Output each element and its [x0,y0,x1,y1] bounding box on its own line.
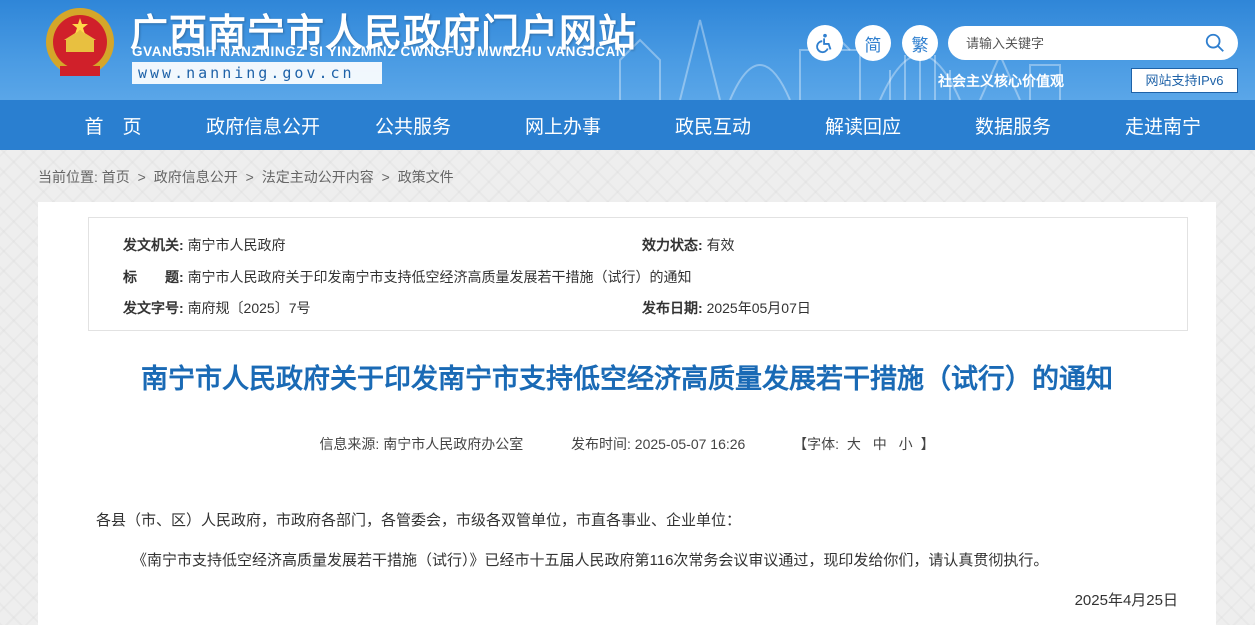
content-panel: 发文机关: 南宁市人民政府 效力状态: 有效 标 题: 南宁市人民政府关于印发南… [38,202,1216,625]
breadcrumb-policy-docs[interactable]: 政策文件 [398,169,454,185]
source-label: 信息来源: [319,436,380,452]
article-title: 南宁市人民政府关于印发南宁市支持低空经济高质量发展若干措施（试行）的通知 [141,364,1113,395]
simplified-chinese-button[interactable]: 简 [855,25,891,61]
nav-item-gov-info[interactable]: 政府信息公开 [188,112,338,139]
breadcrumb-home[interactable]: 首页 [102,169,130,185]
article-sign-date: 2025年4月25日 [1074,592,1178,609]
site-url: www.nanning.gov.cn [132,62,382,84]
meta-docno-label: 发文字号: [123,300,184,316]
ipv6-badge: 网站支持IPv6 [1131,68,1238,93]
source-value: 南宁市人民政府办公室 [383,436,524,452]
national-emblem-icon [46,8,114,76]
article-salutation: 各县（市、区）人民政府，市政府各部门，各管委会，市级各双管单位，市直各事业、企业… [96,512,742,529]
font-size-large-button[interactable]: 大 [847,436,861,452]
font-size-label-open: 【字体: [793,436,839,452]
document-meta-box: 发文机关: 南宁市人民政府 效力状态: 有效 标 题: 南宁市人民政府关于印发南… [88,217,1188,331]
breadcrumb-prefix: 当前位置: [38,169,98,185]
search-input[interactable] [966,26,1196,60]
meta-docno: 发文字号: 南府规〔2025〕7号 [123,298,311,318]
publish-time-value: 2025-05-07 16:26 [634,436,746,452]
meta-status-label: 效力状态: [642,237,703,253]
breadcrumb-gov-info[interactable]: 政府信息公开 [154,169,238,185]
breadcrumb-statutory-content[interactable]: 法定主动公开内容 [262,169,374,185]
meta-status-value: 有效 [706,237,735,253]
site-header: 广西南宁市人民政府门户网站 GVANGJSIH NANZNINGZ SI YIN… [0,0,1255,100]
meta-issuer-label: 发文机关: [123,237,184,253]
article-info-line: 信息来源: 南宁市人民政府办公室 发布时间: 2025-05-07 16:26 … [38,434,1216,454]
meta-issuer: 发文机关: 南宁市人民政府 [123,235,286,255]
nav-item-home[interactable]: 首 页 [38,112,188,139]
core-values-link[interactable]: 社会主义核心价值观 [938,71,1064,91]
meta-date: 发布日期: 2025年05月07日 [642,298,811,318]
breadcrumb-separator: > [137,169,146,185]
font-size-medium-button[interactable]: 中 [873,436,887,452]
search-box [948,26,1238,60]
meta-issuer-value: 南宁市人民政府 [187,237,286,253]
meta-title: 标 题: 南宁市人民政府关于印发南宁市支持低空经济高质量发展若干措施（试行）的通… [123,267,692,287]
nav-item-data-service[interactable]: 数据服务 [938,112,1088,139]
meta-title-label: 标 题: [123,269,184,285]
breadcrumb: 当前位置: 首页 > 政府信息公开 > 法定主动公开内容 > 政策文件 [38,167,454,187]
meta-title-value: 南宁市人民政府关于印发南宁市支持低空经济高质量发展若干措施（试行）的通知 [187,269,692,285]
font-size-label-close: 】 [920,436,935,452]
meta-status: 效力状态: 有效 [642,235,735,255]
meta-date-value: 2025年05月07日 [706,300,811,316]
breadcrumb-separator: > [381,169,390,185]
nav-item-interpretation[interactable]: 解读回应 [788,112,938,139]
nav-item-interaction[interactable]: 政民互动 [638,112,788,139]
article-paragraph: 《南宁市支持低空经济高质量发展若干措施（试行）》已经市十五届人民政府第116次常… [132,552,1049,569]
main-nav: 首 页 政府信息公开 公共服务 网上办事 政民互动 解读回应 数据服务 走进南宁 [0,100,1255,150]
traditional-chinese-button[interactable]: 繁 [902,25,938,61]
meta-docno-value: 南府规〔2025〕7号 [187,300,311,316]
wheelchair-icon [816,33,832,54]
nav-item-about-nanning[interactable]: 走进南宁 [1088,112,1238,139]
font-size-small-button[interactable]: 小 [899,436,913,452]
nav-item-public-service[interactable]: 公共服务 [338,112,488,139]
publish-time-label: 发布时间: [571,436,631,452]
site-title-pinyin: GVANGJSIH NANZNINGZ SI YINZMINZ CWNGFUJ … [132,44,627,59]
nav-item-online-service[interactable]: 网上办事 [488,112,638,139]
meta-date-label: 发布日期: [642,300,703,316]
search-icon[interactable] [1204,32,1226,54]
accessibility-button[interactable] [807,25,843,61]
breadcrumb-separator: > [245,169,254,185]
